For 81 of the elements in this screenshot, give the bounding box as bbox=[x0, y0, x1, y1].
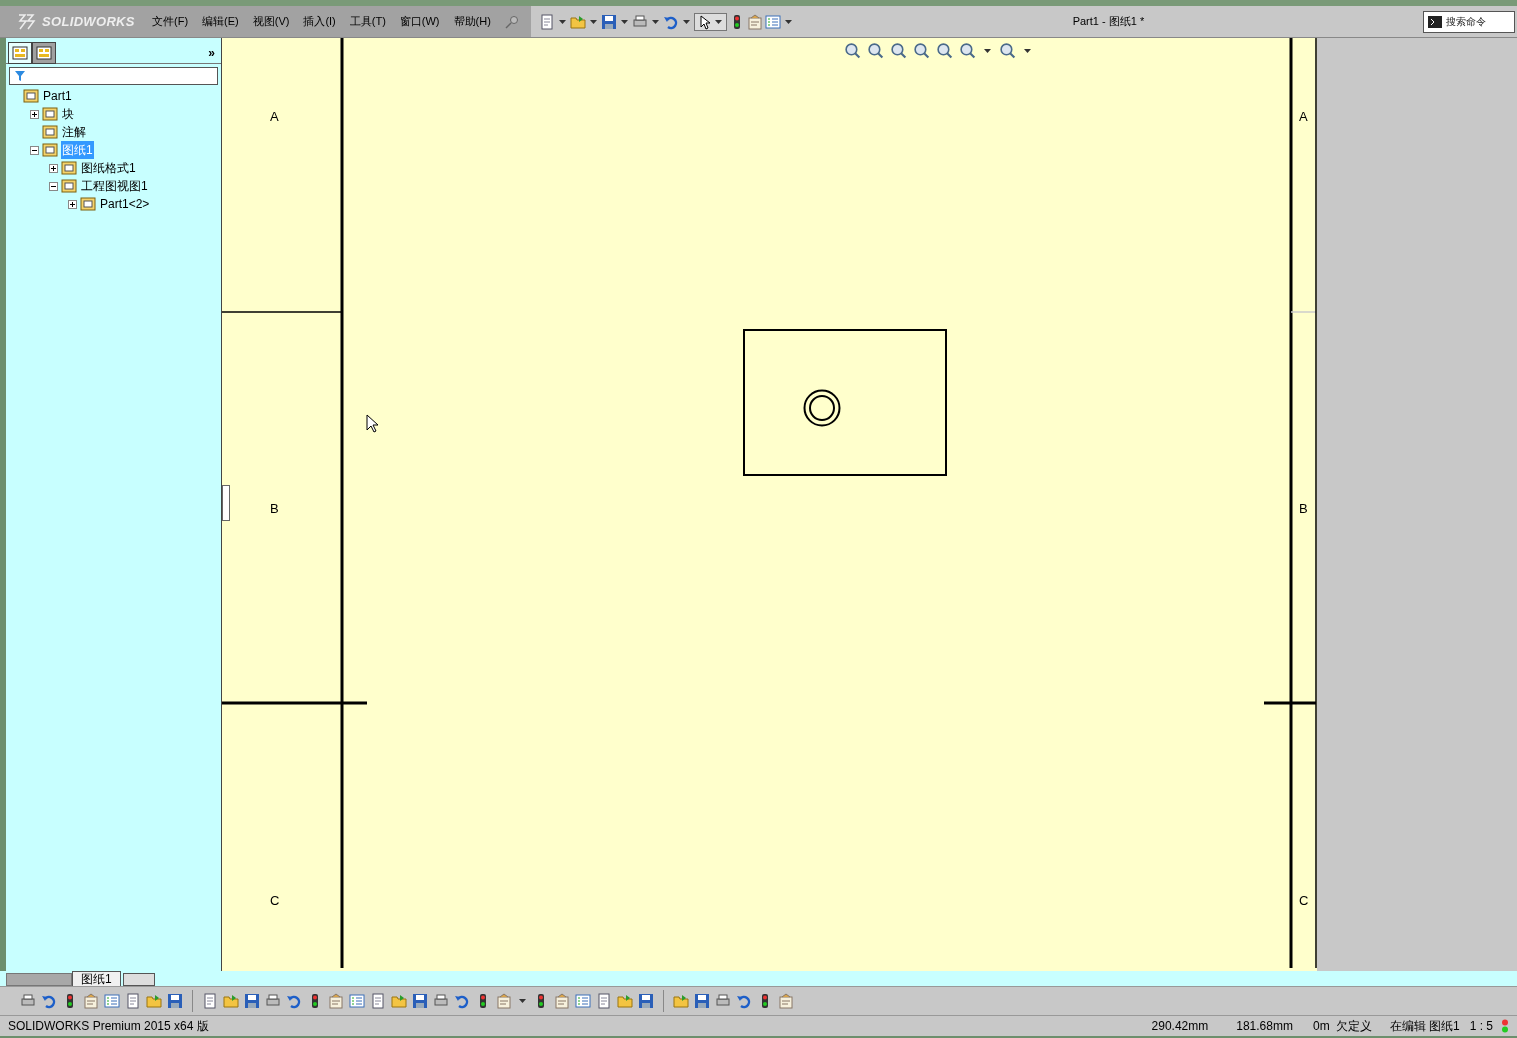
definition-state: 欠定义 bbox=[1335, 1018, 1372, 1035]
product-name: SOLIDWORKS Premium 2015 x64 版 bbox=[8, 1018, 209, 1035]
toolbar-icon[interactable] bbox=[736, 993, 752, 1009]
zone-label: B bbox=[1299, 502, 1308, 515]
zone-label: B bbox=[270, 502, 279, 515]
filter-field[interactable] bbox=[9, 67, 218, 85]
menu-item[interactable]: 窗口(W) bbox=[399, 13, 440, 30]
expand-icon[interactable] bbox=[49, 163, 58, 173]
window-title: Part1 - 图纸1 * bbox=[1072, 14, 1145, 30]
checklist-icon[interactable] bbox=[764, 13, 781, 30]
logo-icon bbox=[16, 11, 38, 32]
tree-node-icon bbox=[61, 160, 77, 176]
toolbar-icon[interactable] bbox=[454, 993, 470, 1009]
toolbar-icon[interactable] bbox=[20, 993, 36, 1009]
toolbar-icon[interactable] bbox=[638, 993, 654, 1009]
toolbar-icon[interactable] bbox=[167, 993, 183, 1009]
caret-icon[interactable] bbox=[519, 999, 526, 1003]
tree-item[interactable]: 工程图视图1 bbox=[80, 177, 149, 195]
toolbar-icon[interactable] bbox=[265, 993, 281, 1009]
filter-icon bbox=[14, 70, 26, 82]
tree-node-icon bbox=[23, 88, 39, 104]
caret-icon[interactable] bbox=[589, 19, 597, 24]
collapse-icon[interactable] bbox=[49, 181, 58, 191]
z-coordinate: 0m bbox=[1312, 1018, 1330, 1035]
tree-item[interactable]: 注解 bbox=[61, 123, 87, 141]
select-button[interactable] bbox=[693, 12, 727, 31]
tree-item[interactable]: 图纸格式1 bbox=[80, 159, 137, 177]
expand-panel-icon[interactable]: » bbox=[208, 43, 215, 62]
caret-icon[interactable] bbox=[651, 19, 659, 24]
search-field[interactable]: 搜索命令 bbox=[1423, 10, 1515, 33]
toolbar-icon[interactable] bbox=[694, 993, 710, 1009]
tree-item[interactable]: Part1 bbox=[42, 87, 73, 105]
zone-label: C bbox=[1299, 894, 1309, 907]
toolbar-icon[interactable] bbox=[715, 993, 731, 1009]
sheet-tab[interactable]: 图纸1 bbox=[72, 971, 121, 986]
zone-label: C bbox=[270, 894, 280, 907]
add-sheet-tab[interactable] bbox=[122, 973, 155, 986]
tree-item[interactable]: Part1<2> bbox=[99, 195, 151, 213]
toolbar-icon[interactable] bbox=[41, 993, 57, 1009]
sheet-scale: 1 : 5 bbox=[1469, 1018, 1493, 1035]
toolbar-icon[interactable] bbox=[412, 993, 428, 1009]
x-coordinate: 290.42mm bbox=[1151, 1018, 1209, 1035]
zoom-to-fit-icon[interactable] bbox=[844, 42, 861, 59]
tree-node-icon bbox=[61, 178, 77, 194]
tree-node-icon bbox=[42, 142, 58, 158]
app-logo: SOLIDWORKS bbox=[42, 12, 135, 31]
caret-icon[interactable] bbox=[714, 19, 722, 24]
zone-label: A bbox=[270, 110, 279, 123]
panel-tab[interactable] bbox=[8, 41, 32, 64]
collapse-icon[interactable] bbox=[30, 145, 39, 155]
print-icon[interactable] bbox=[631, 13, 648, 30]
zoom-area-icon[interactable] bbox=[867, 42, 884, 59]
menu-item[interactable]: 帮助(H) bbox=[453, 13, 491, 30]
edit-mode: 在编辑 图纸1 bbox=[1389, 1018, 1460, 1035]
expand-icon[interactable] bbox=[30, 109, 39, 119]
tree-node-icon bbox=[42, 124, 58, 140]
expand-icon[interactable] bbox=[68, 199, 77, 209]
caret-icon[interactable] bbox=[984, 48, 991, 53]
caret-icon[interactable] bbox=[558, 19, 566, 24]
panel-collapse-handle[interactable] bbox=[222, 485, 230, 521]
save-icon[interactable] bbox=[600, 13, 617, 30]
menu-item[interactable]: 编辑(E) bbox=[202, 13, 239, 30]
tree-node-icon bbox=[80, 196, 96, 212]
y-coordinate: 181.68mm bbox=[1236, 1018, 1293, 1035]
menu-item[interactable]: 文件(F) bbox=[152, 13, 189, 30]
tree-node-icon bbox=[42, 106, 58, 122]
caret-icon[interactable] bbox=[620, 19, 628, 24]
caret-icon[interactable] bbox=[1024, 48, 1031, 53]
cursor-icon bbox=[366, 414, 379, 434]
toolbar-icon[interactable] bbox=[244, 993, 260, 1009]
panel-tab[interactable] bbox=[32, 41, 56, 64]
traffic-light-icon bbox=[1501, 1019, 1509, 1033]
caret-icon[interactable] bbox=[784, 19, 792, 24]
caret-icon[interactable] bbox=[682, 19, 690, 24]
zone-label: A bbox=[1299, 110, 1308, 123]
menu-item[interactable]: 视图(V) bbox=[252, 13, 290, 30]
toolbar-icon[interactable] bbox=[286, 993, 302, 1009]
menu-item[interactable]: 工具(T) bbox=[349, 13, 386, 30]
toolbar-icon[interactable] bbox=[433, 993, 449, 1009]
tree-item[interactable]: 块 bbox=[61, 105, 75, 123]
menu-item[interactable]: 插入(I) bbox=[303, 13, 336, 30]
